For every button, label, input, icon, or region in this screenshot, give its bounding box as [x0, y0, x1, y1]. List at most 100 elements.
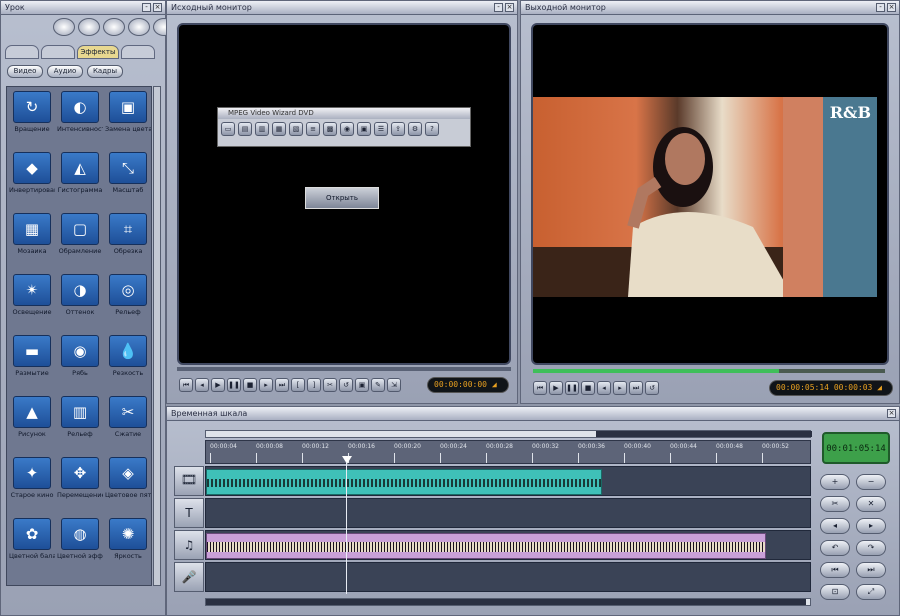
- effect-item[interactable]: ✂ Сжатие: [105, 396, 151, 452]
- list-icon[interactable]: ≡: [306, 122, 320, 136]
- timeline-bottom-scroll-thumb[interactable]: [206, 599, 806, 605]
- effect-item[interactable]: ◍ Цветной эффект: [57, 518, 103, 574]
- effect-item[interactable]: ▢ Обрамление: [57, 213, 103, 269]
- step-forward-icon[interactable]: ▸: [613, 381, 627, 395]
- audio-track-2[interactable]: [205, 562, 811, 592]
- split-button[interactable]: ✂: [820, 496, 850, 512]
- effect-item[interactable]: ✿ Цветной баланс: [9, 518, 55, 574]
- snap-button[interactable]: ⊡: [820, 584, 850, 600]
- stop-icon[interactable]: ■: [581, 381, 595, 395]
- effect-item[interactable]: ⌗ Обрезка: [105, 213, 151, 269]
- snapshot-icon[interactable]: ▣: [355, 378, 369, 392]
- play-icon[interactable]: ▶: [211, 378, 225, 392]
- effect-item[interactable]: ◭ Гистограмма: [57, 152, 103, 208]
- timeline-ruler[interactable]: 00:00:04 00:00:08 00:00:12 00:00:16 00:00:20…: [205, 440, 811, 464]
- track-header-video[interactable]: 🎞: [174, 466, 204, 496]
- step-forward-icon[interactable]: ▸: [259, 378, 273, 392]
- round-button-2[interactable]: [78, 18, 100, 36]
- zoom-in-button[interactable]: +: [820, 474, 850, 490]
- mark-in-icon[interactable]: [: [291, 378, 305, 392]
- track-header-audio2[interactable]: 🎤: [174, 562, 204, 592]
- go-start-icon[interactable]: ⏮: [179, 378, 193, 392]
- open-icon[interactable]: ▤: [238, 122, 252, 136]
- go-end-icon[interactable]: ⏭: [629, 381, 643, 395]
- effect-item[interactable]: ▦ Мозаика: [9, 213, 55, 269]
- effect-item[interactable]: ▬ Размытие: [9, 335, 55, 391]
- audio-clip[interactable]: [206, 533, 766, 559]
- timeline-top-scroll[interactable]: [205, 430, 812, 438]
- audio-track[interactable]: [205, 530, 811, 560]
- edit-icon[interactable]: ✎: [371, 378, 385, 392]
- open-button[interactable]: Открыть: [305, 187, 379, 209]
- volume-icon[interactable]: ◢: [877, 383, 882, 392]
- close-icon[interactable]: ×: [153, 3, 162, 12]
- effect-item[interactable]: ◉ Рябь: [57, 335, 103, 391]
- effect-item[interactable]: ◆ Инвертирование: [9, 152, 55, 208]
- volume-icon[interactable]: ◢: [492, 380, 497, 389]
- step-back-icon[interactable]: ◂: [597, 381, 611, 395]
- new-icon[interactable]: ▭: [221, 122, 235, 136]
- mark-out-icon[interactable]: ]: [307, 378, 321, 392]
- delete-button[interactable]: ✕: [856, 496, 886, 512]
- output-preview-screen[interactable]: R&B: [531, 23, 889, 365]
- effect-item[interactable]: ▥ Рельеф: [57, 396, 103, 452]
- effect-item[interactable]: ◎ Рельеф: [105, 274, 151, 330]
- effect-item[interactable]: ✺ Яркость: [105, 518, 151, 574]
- effect-item[interactable]: ✦ Старое кино: [9, 457, 55, 513]
- tool-icon[interactable]: ▧: [289, 122, 303, 136]
- go-start-icon[interactable]: ⏮: [533, 381, 547, 395]
- tab-1[interactable]: [5, 45, 39, 59]
- save-icon[interactable]: ▥: [255, 122, 269, 136]
- prev-marker-button[interactable]: ⏮: [820, 562, 850, 578]
- minimize-icon[interactable]: -: [142, 3, 151, 12]
- loop-icon[interactable]: ↺: [339, 378, 353, 392]
- effect-item[interactable]: ◈ Цветовое пятно: [105, 457, 151, 513]
- move-left-button[interactable]: ◂: [820, 518, 850, 534]
- video-clip[interactable]: [206, 469, 602, 495]
- zoom-out-button[interactable]: −: [856, 474, 886, 490]
- clip-cut-icon[interactable]: ✂: [323, 378, 337, 392]
- track-header-overlay[interactable]: T: [174, 498, 204, 528]
- effect-item[interactable]: ✴ Освещение: [9, 274, 55, 330]
- round-button-3[interactable]: [103, 18, 125, 36]
- pause-icon[interactable]: ❚❚: [227, 378, 241, 392]
- insert-icon[interactable]: ⇲: [387, 378, 401, 392]
- help-icon[interactable]: ?: [425, 122, 439, 136]
- pause-icon[interactable]: ❚❚: [565, 381, 579, 395]
- minimize-icon[interactable]: -: [494, 3, 503, 12]
- effect-item[interactable]: ◑ Оттенок: [57, 274, 103, 330]
- loop-icon[interactable]: ↺: [645, 381, 659, 395]
- close-icon[interactable]: ×: [887, 409, 896, 418]
- close-icon[interactable]: ×: [887, 3, 896, 12]
- grid-icon[interactable]: ▩: [323, 122, 337, 136]
- subtab-frames[interactable]: Кадры: [87, 65, 123, 78]
- play-icon[interactable]: ▶: [549, 381, 563, 395]
- overlay-track[interactable]: [205, 498, 811, 528]
- film-icon[interactable]: ▣: [357, 122, 371, 136]
- effects-scrollbar[interactable]: [153, 86, 161, 586]
- move-right-button[interactable]: ▸: [856, 518, 886, 534]
- menu-icon[interactable]: ☰: [374, 122, 388, 136]
- track-header-audio[interactable]: ♫: [174, 530, 204, 560]
- effect-item[interactable]: ▲ Рисунок: [9, 396, 55, 452]
- effect-item[interactable]: 💧 Резкость: [105, 335, 151, 391]
- effect-item[interactable]: ✥ Перемещение: [57, 457, 103, 513]
- close-icon[interactable]: ×: [505, 3, 514, 12]
- effect-item[interactable]: ⤡ Масштаб: [105, 152, 151, 208]
- step-back-icon[interactable]: ◂: [195, 378, 209, 392]
- next-marker-button[interactable]: ⏭: [856, 562, 886, 578]
- round-button-4[interactable]: [128, 18, 150, 36]
- dvd-icon[interactable]: ◉: [340, 122, 354, 136]
- go-end-icon[interactable]: ⏭: [275, 378, 289, 392]
- source-scrub-bar[interactable]: [177, 367, 511, 371]
- redo-button[interactable]: ↷: [856, 540, 886, 556]
- effect-item[interactable]: ◐ Интенсивность: [57, 91, 103, 147]
- tab-effects[interactable]: Эффекты: [77, 45, 119, 59]
- subtab-video[interactable]: Видео: [7, 65, 43, 78]
- playhead-marker[interactable]: [342, 456, 352, 464]
- timeline-bottom-scroll[interactable]: [205, 598, 811, 606]
- timeline-top-scroll-thumb[interactable]: [596, 431, 812, 437]
- tab-2[interactable]: [41, 45, 75, 59]
- tab-4[interactable]: [121, 45, 155, 59]
- inner-wizard-window[interactable]: MPEG Video Wizard DVD ▭ ▤ ▥ ▦ ▧ ≡ ▩ ◉ ▣ ☰ ⇪ ⚙?: [217, 107, 471, 147]
